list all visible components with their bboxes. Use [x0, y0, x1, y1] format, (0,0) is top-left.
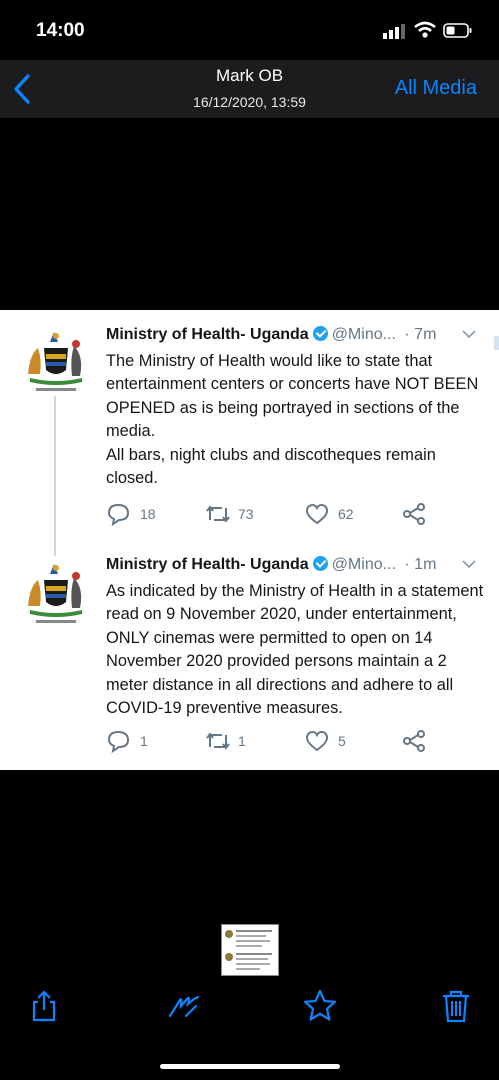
chevron-down-icon[interactable] [461, 558, 477, 570]
reply-count: 1 [140, 733, 148, 749]
coat-of-arms-avatar [20, 326, 90, 396]
account-handle: @Mino... [331, 326, 396, 343]
share-icon [403, 730, 425, 752]
like-count: 62 [338, 506, 354, 522]
trash-icon[interactable] [438, 988, 474, 1024]
tweet-text: As indicated by the Ministry of Health i… [106, 582, 484, 718]
like-icon [305, 730, 329, 752]
reply-count: 18 [140, 506, 156, 522]
star-icon[interactable] [302, 988, 338, 1024]
tweet-text: The Ministry of Health would like to sta… [106, 352, 479, 488]
status-icons [383, 21, 473, 41]
like-count: 5 [338, 733, 346, 749]
retweet-count: 1 [238, 733, 246, 749]
tweet-header: Ministry of Health- Uganda @Mino... · 1m [106, 556, 491, 578]
battery-icon [443, 23, 472, 38]
account-name: Ministry of Health- Uganda [106, 326, 309, 343]
verified-badge-icon [312, 326, 328, 341]
reply-icon [107, 730, 130, 753]
tweet-actions: 1 1 5 [106, 728, 486, 754]
retweet-count: 73 [238, 506, 254, 522]
tweet-screenshot-image[interactable]: Ministry of Health- Uganda @Mino... · 7m … [0, 310, 499, 770]
markup-icon[interactable] [166, 988, 202, 1024]
all-media-button[interactable]: All Media [395, 77, 477, 100]
wifi-icon [414, 21, 436, 38]
thread-line [54, 396, 56, 556]
status-time: 14:00 [36, 20, 85, 41]
status-bar: 14:00 [0, 0, 499, 60]
navigation-bar: Mark OB 16/12/2020, 13:59 All Media [0, 60, 499, 118]
chevron-down-icon[interactable] [461, 328, 477, 340]
share-icon [403, 503, 425, 525]
media-thumbnail[interactable] [221, 924, 279, 976]
card-edge-marker [494, 336, 499, 350]
retweet-icon [206, 505, 230, 523]
verified-badge-icon [312, 556, 328, 571]
bottom-toolbar [0, 978, 499, 1038]
reply-icon [107, 503, 130, 526]
tweet-actions: 18 73 62 [106, 501, 486, 527]
share-icon[interactable] [26, 988, 62, 1024]
like-icon [305, 503, 329, 525]
account-handle: @Mino... [331, 556, 396, 573]
tweet-time: · 1m [404, 556, 437, 573]
home-indicator[interactable] [160, 1064, 340, 1069]
account-name: Ministry of Health- Uganda [106, 556, 309, 573]
signal-icon [383, 24, 405, 39]
tweet-time: · 7m [404, 326, 437, 343]
tweet-header: Ministry of Health- Uganda @Mino... · 7m [106, 326, 491, 348]
retweet-icon [206, 732, 230, 750]
coat-of-arms-avatar [20, 558, 90, 628]
